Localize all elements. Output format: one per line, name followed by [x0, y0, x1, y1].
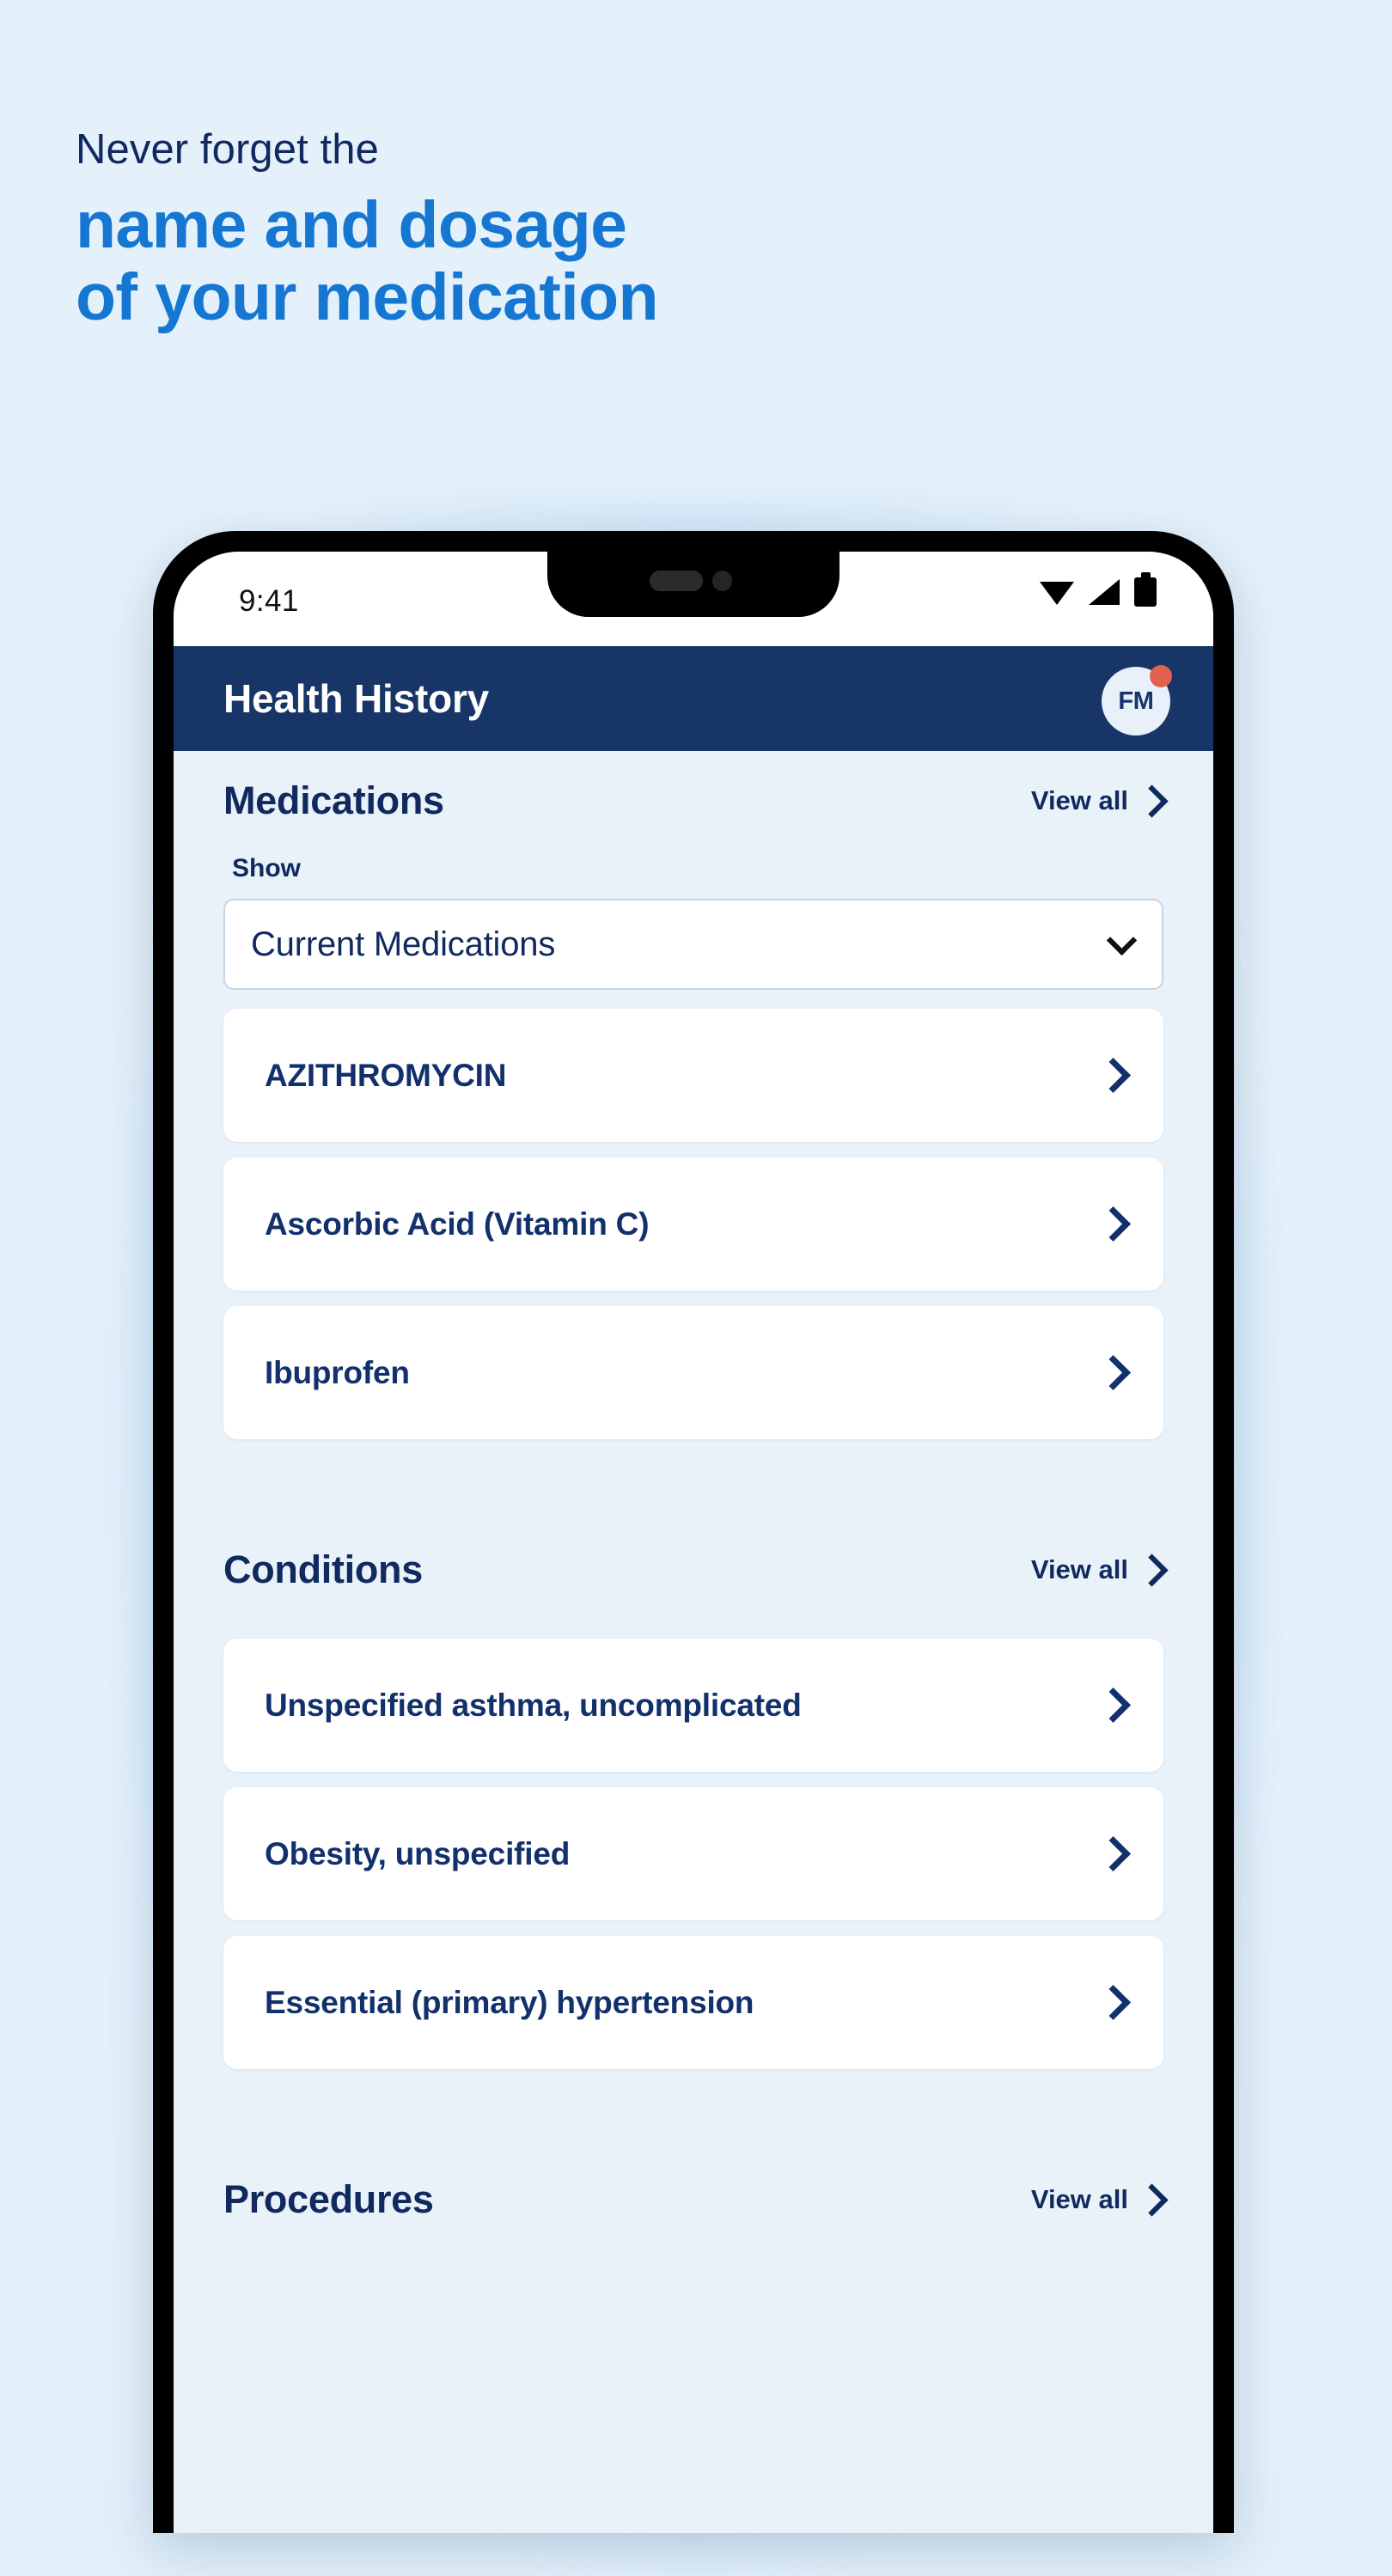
medications-list: AZITHROMYCIN Ascorbic Acid (Vitamin C) I…: [174, 1009, 1213, 1439]
medication-name: AZITHROMYCIN: [265, 1057, 507, 1093]
list-item[interactable]: Unspecified asthma, uncomplicated: [223, 1639, 1163, 1772]
section-title-conditions: Conditions: [223, 1547, 423, 1591]
view-all-label: View all: [1030, 1554, 1128, 1584]
wifi-icon: [1040, 582, 1074, 605]
list-item[interactable]: AZITHROMYCIN: [223, 1009, 1163, 1142]
front-camera-icon: [712, 571, 732, 591]
condition-name: Essential (primary) hypertension: [265, 1984, 754, 2020]
promo-headline: Never forget the name and dosage of your…: [76, 129, 1107, 334]
list-item[interactable]: Obesity, unspecified: [223, 1787, 1163, 1920]
cellular-signal-icon: [1089, 579, 1120, 605]
section-header-conditions: Conditions View all: [174, 1520, 1213, 1620]
promo-headline-text: name and dosage of your medication: [76, 188, 1107, 334]
promo-headline-line-2: of your medication: [76, 259, 659, 334]
list-item[interactable]: Ascorbic Acid (Vitamin C): [223, 1157, 1163, 1291]
view-all-procedures-button[interactable]: View all: [1030, 2182, 1169, 2217]
section-title-medications: Medications: [223, 778, 444, 822]
section-header-procedures: Procedures View all: [174, 2150, 1213, 2249]
medications-filter-select[interactable]: Current Medications: [223, 899, 1163, 990]
status-bar: 9:41: [174, 552, 1213, 646]
chevron-right-icon: [1095, 1687, 1132, 1724]
view-all-medications-button[interactable]: View all: [1030, 784, 1169, 818]
chevron-right-icon: [1095, 1835, 1132, 1872]
condition-name: Unspecified asthma, uncomplicated: [265, 1687, 802, 1723]
show-filter-label: Show: [232, 854, 301, 882]
medication-name: Ibuprofen: [265, 1354, 410, 1390]
view-all-label: View all: [1030, 2184, 1128, 2214]
chevron-right-icon: [1135, 1553, 1169, 1587]
promo-headline-line-1: name and dosage: [76, 188, 627, 262]
chevron-right-icon: [1095, 1984, 1132, 2021]
phone-frame: 9:41 Health History FM Medications View …: [153, 531, 1234, 2533]
page-title: Health History: [223, 676, 490, 721]
view-all-conditions-button[interactable]: View all: [1030, 1553, 1169, 1587]
status-bar-icons: [1040, 572, 1157, 607]
phone-mockup: 9:41 Health History FM Medications View …: [110, 497, 1277, 2576]
section-header-medications: Medications View all: [174, 751, 1213, 851]
phone-screen: 9:41 Health History FM Medications View …: [174, 552, 1213, 2533]
chevron-right-icon: [1095, 1206, 1132, 1242]
section-title-procedures: Procedures: [223, 2177, 434, 2221]
screen-content: Medications View all Show Current Medica…: [174, 751, 1213, 2533]
status-bar-time: 9:41: [239, 584, 299, 618]
avatar-button[interactable]: FM: [1102, 665, 1172, 736]
chevron-right-icon: [1135, 2182, 1169, 2217]
conditions-list: Unspecified asthma, uncomplicated Obesit…: [174, 1639, 1213, 2069]
chevron-down-icon: [1106, 925, 1138, 956]
phone-notch: [547, 552, 839, 617]
view-all-label: View all: [1030, 785, 1128, 815]
chevron-right-icon: [1135, 784, 1169, 818]
promo-kicker: Never forget the: [76, 126, 379, 173]
condition-name: Obesity, unspecified: [265, 1835, 571, 1871]
earpiece-speaker-icon: [650, 571, 703, 591]
medication-name: Ascorbic Acid (Vitamin C): [265, 1206, 650, 1242]
list-item[interactable]: Ibuprofen: [223, 1306, 1163, 1439]
battery-icon: [1134, 572, 1157, 607]
app-bar: Health History FM: [174, 646, 1213, 751]
chevron-right-icon: [1095, 1057, 1132, 1094]
list-item[interactable]: Essential (primary) hypertension: [223, 1936, 1163, 2069]
medications-filter-value: Current Medications: [251, 925, 556, 963]
notification-dot-badge: [1150, 665, 1172, 687]
chevron-right-icon: [1095, 1354, 1132, 1391]
